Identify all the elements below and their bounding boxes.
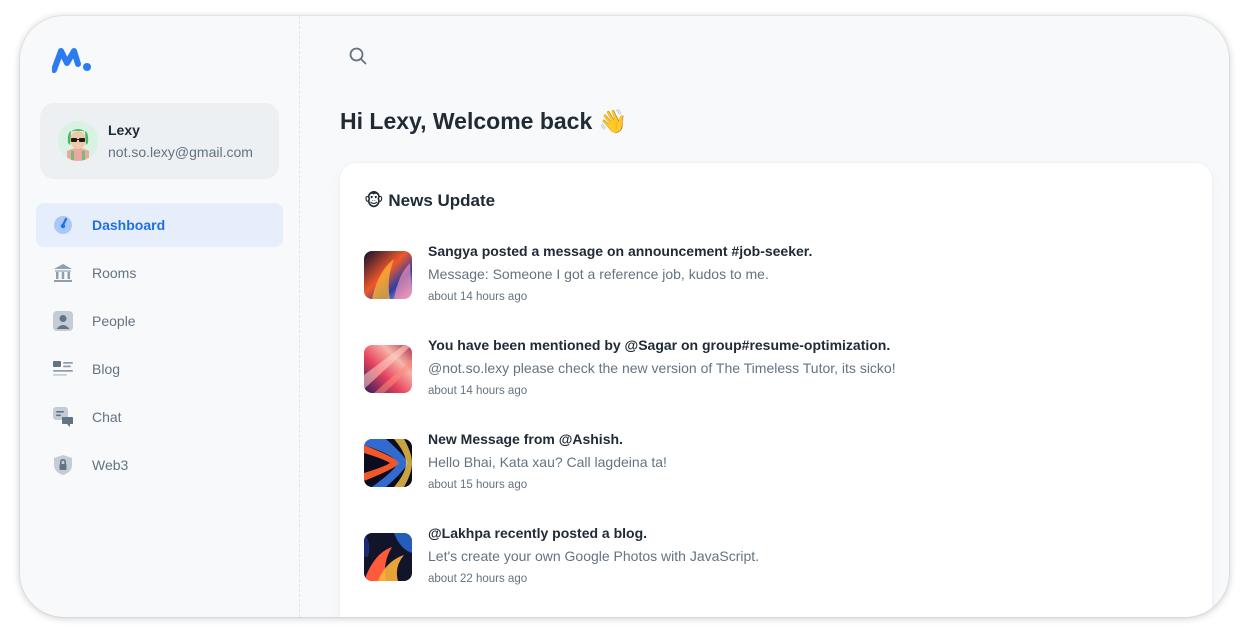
sidebar-item-label: Blog — [92, 361, 121, 377]
sidebar-item-blog[interactable]: Blog — [36, 347, 283, 391]
news-title: Sangya posted a message on announcement … — [428, 243, 813, 259]
bank-icon — [54, 264, 72, 282]
user-icon — [53, 311, 73, 331]
sidebar-item-dashboard[interactable]: Dashboard — [36, 203, 283, 247]
shield-lock-icon — [54, 455, 72, 475]
news-thumbnail — [364, 345, 412, 393]
search-icon[interactable] — [348, 46, 368, 66]
sidebar-nav: Dashboard Rooms People Blog Chat Web3 — [36, 203, 283, 491]
list-item[interactable]: You have been mentioned by @Sagar on gro… — [364, 337, 1184, 409]
news-message: Message: Someone I got a reference job, … — [428, 266, 769, 282]
news-thumbnail — [364, 439, 412, 487]
news-time: about 14 hours ago — [428, 291, 528, 303]
news-thumbnail — [364, 251, 412, 299]
page-title: Hi Lexy, Welcome back 👋 — [340, 108, 628, 134]
sidebar-item-chat[interactable]: Chat — [36, 395, 283, 439]
sidebar-item-label: Rooms — [92, 265, 137, 281]
sidebar-item-label: Dashboard — [92, 217, 166, 233]
news-message: Let's create your own Google Photos with… — [428, 548, 760, 564]
news-message: @not.so.lexy please check the new versio… — [428, 360, 896, 376]
sidebar-item-label: People — [92, 313, 136, 329]
dashboard-icon — [54, 216, 72, 234]
news-time: about 22 hours ago — [428, 573, 528, 585]
app-window: Lexy not.so.lexy@gmail.com Dashboard Roo… — [20, 16, 1229, 617]
sidebar: Lexy not.so.lexy@gmail.com Dashboard Roo… — [20, 16, 300, 617]
list-item[interactable]: Sangya posted a message on announcement … — [364, 243, 1184, 315]
list-item[interactable]: New Message from @Ashish. Hello Bhai, Ka… — [364, 431, 1184, 503]
sidebar-item-label: Chat — [92, 409, 122, 425]
news-title: @Lakhpa recently posted a blog. — [428, 525, 648, 541]
list-item[interactable]: @Lakhpa recently posted a blog. Let's cr… — [364, 525, 1184, 597]
card-title: 🐵 News Update — [364, 191, 496, 210]
brand-logo-icon[interactable] — [52, 46, 94, 74]
avatar — [58, 121, 98, 161]
news-message: Hello Bhai, Kata xau? Call lagdeina ta! — [428, 454, 667, 470]
account-email: not.so.lexy@gmail.com — [108, 144, 253, 160]
sidebar-item-web3[interactable]: Web3 — [36, 443, 283, 487]
blog-icon — [53, 361, 73, 376]
chat-icon — [53, 407, 73, 427]
account-name: Lexy — [108, 122, 140, 138]
news-title: New Message from @Ashish. — [428, 431, 623, 447]
sidebar-item-rooms[interactable]: Rooms — [36, 251, 283, 295]
news-thumbnail — [364, 533, 412, 581]
news-update-card: 🐵 News Update Sangya posted a message on… — [340, 163, 1212, 617]
news-time: about 15 hours ago — [428, 479, 528, 491]
sidebar-item-people[interactable]: People — [36, 299, 283, 343]
account-card[interactable]: Lexy not.so.lexy@gmail.com — [40, 103, 279, 179]
news-time: about 14 hours ago — [428, 385, 528, 397]
news-title: You have been mentioned by @Sagar on gro… — [428, 337, 891, 353]
sidebar-item-label: Web3 — [92, 457, 129, 473]
